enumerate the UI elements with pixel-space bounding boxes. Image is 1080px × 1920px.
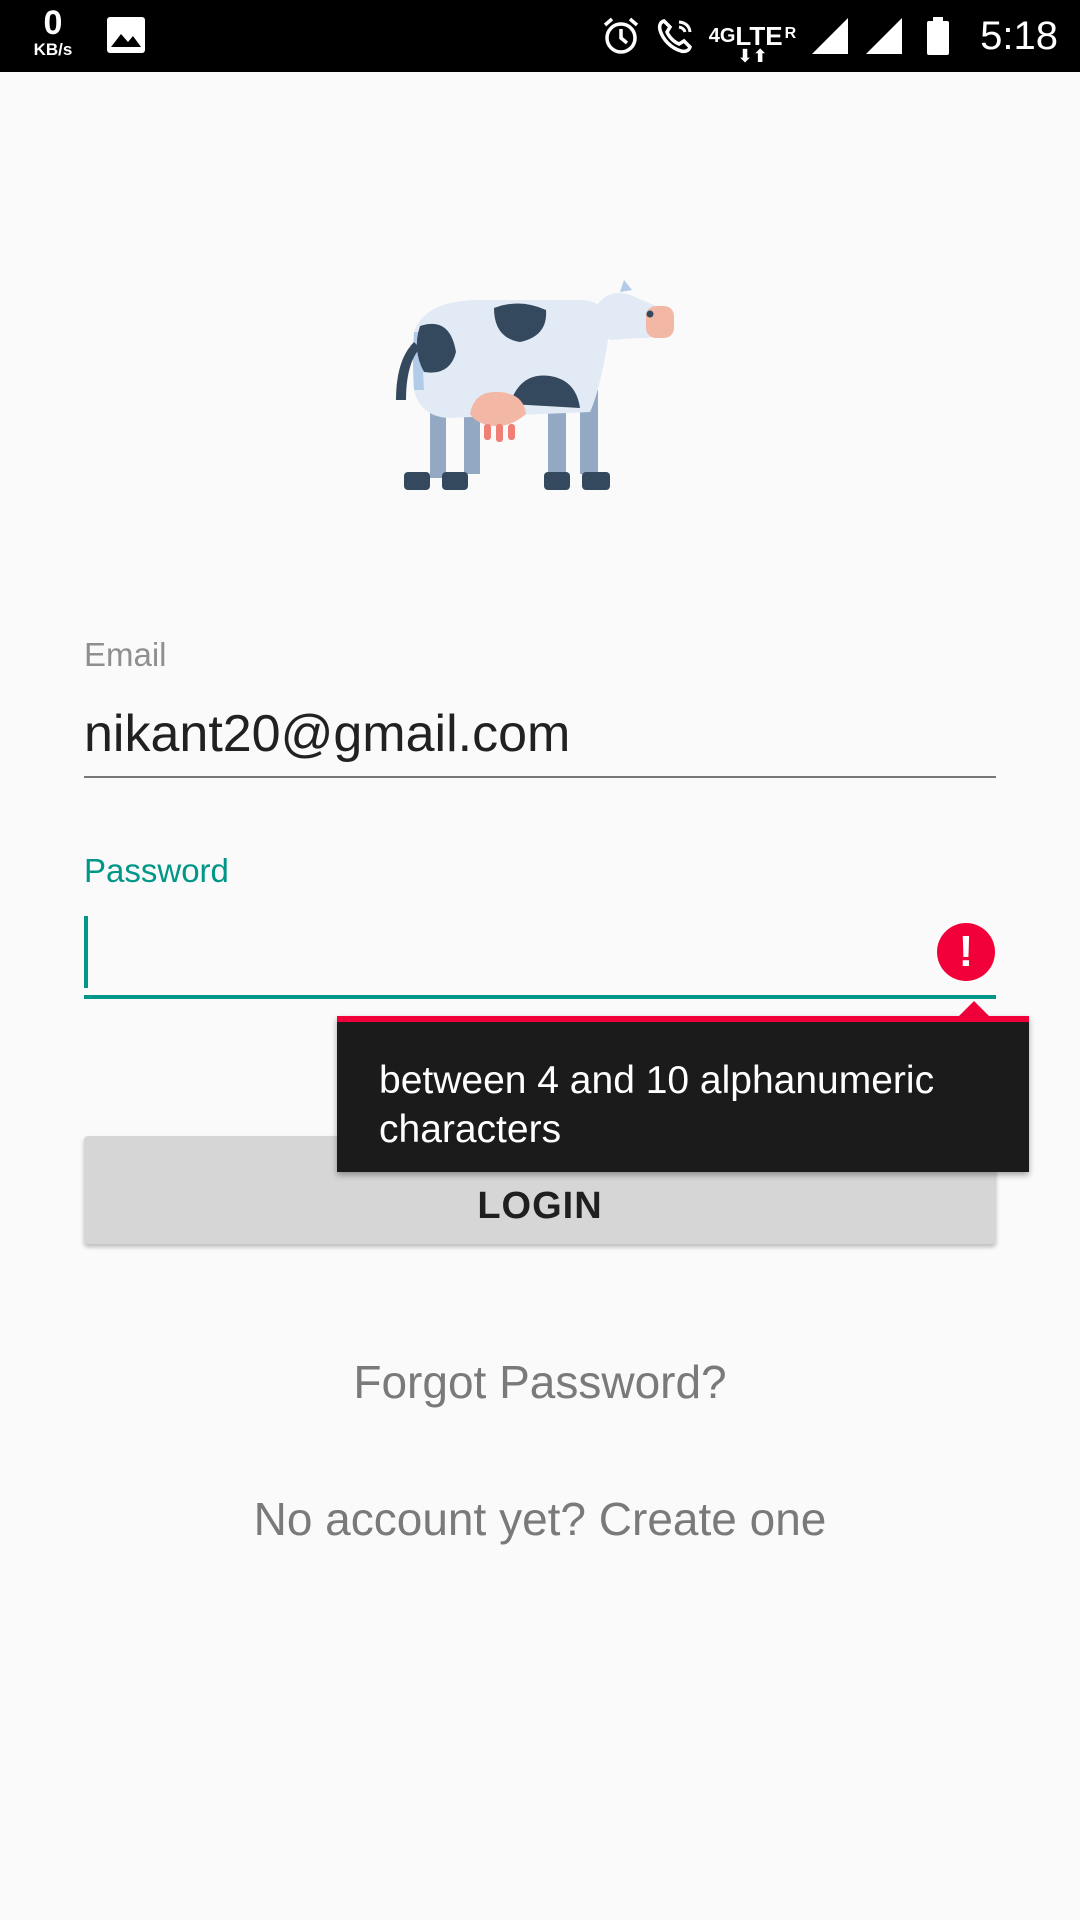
network-speed: 0 KB/s (26, 6, 80, 60)
create-account-link[interactable]: No account yet? Create one (0, 1492, 1080, 1546)
battery-icon (927, 17, 950, 55)
email-underline (84, 776, 996, 778)
roaming-label: R (784, 25, 797, 42)
password-underline (84, 995, 996, 999)
password-label: Password (84, 852, 229, 889)
forgot-password-link[interactable]: Forgot Password? (0, 1355, 1080, 1409)
error-message: between 4 and 10 alphanumeric characters (379, 1059, 935, 1151)
signal-strength-icon (866, 18, 903, 54)
signal-icon (812, 18, 849, 54)
error-popup: between 4 and 10 alphanumeric characters (337, 1016, 1029, 1172)
status-icons: 4G LTE ⬇⬆ R 5:18 (601, 0, 1058, 72)
alarm-icon (603, 17, 638, 54)
email-label: Email (84, 636, 167, 673)
error-icon[interactable]: ! (937, 923, 995, 981)
network-type: 4G LTE ⬇⬆ R (708, 21, 797, 65)
network-4g-label: 4G (708, 25, 736, 47)
error-popup-pointer (958, 1001, 990, 1017)
gallery-icon (107, 17, 145, 53)
password-field[interactable] (84, 910, 996, 994)
email-field[interactable]: nikant20@gmail.com (84, 704, 996, 764)
login-screen: 0 KB/s 4G LTE ⬇⬆ R 5:18 Email nikant20@g… (0, 0, 1080, 1920)
network-speed-unit: KB/s (33, 40, 73, 59)
text-cursor (84, 916, 88, 988)
status-bar: 0 KB/s 4G LTE ⬇⬆ R 5:18 (0, 0, 1080, 72)
network-lte: LTE ⬇⬆ (735, 21, 782, 65)
clock: 5:18 (980, 14, 1058, 58)
wifi-calling-icon (657, 19, 692, 54)
network-speed-value: 0 (43, 4, 63, 42)
data-arrows-icon: ⬇⬆ (737, 46, 768, 66)
cow-icon (396, 280, 674, 490)
